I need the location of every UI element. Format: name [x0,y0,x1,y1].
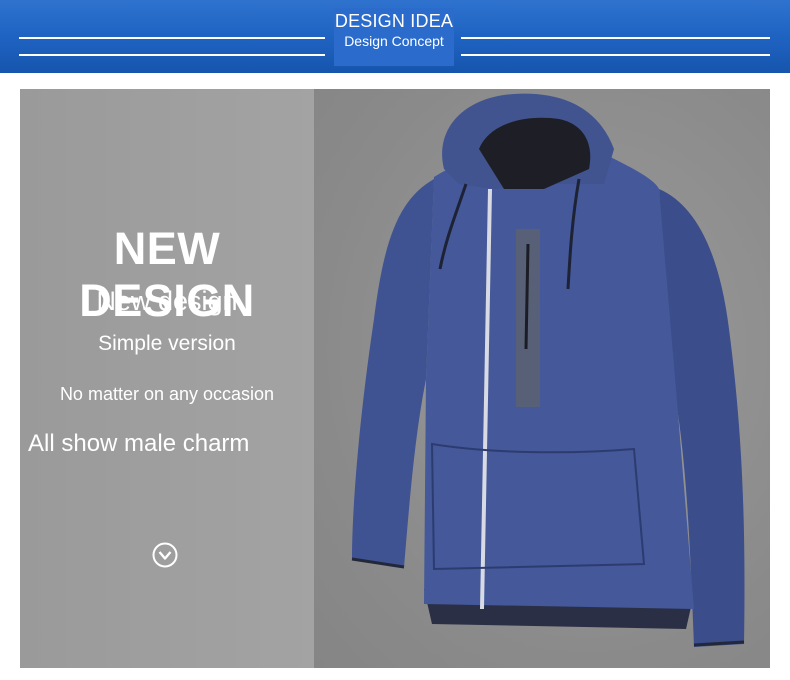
feature-line-4: All show male charm [28,430,250,457]
hoodie-jacket-image [351,93,745,647]
header-subtitle: Design Concept [344,33,444,49]
feature-line-2: Simple version [98,332,236,355]
header-title: DESIGN IDEA [334,11,454,31]
header-rule-left-bottom [19,54,325,56]
header-banner: DESIGN IDEA Design Concept [0,0,790,73]
header-rule-left-top [19,37,325,39]
feature-line-3: No matter on any occasion [59,384,275,404]
feature-line-1: New design [96,286,238,316]
header-rule-right-bottom [461,54,770,56]
feature-text-panel: NEW DESIGN New design Simple version No … [20,89,314,668]
header-rule-right-top [461,37,770,39]
chevron-down-circle-icon[interactable] [152,542,178,568]
feature-panel: NEW DESIGN New design Simple version No … [20,89,770,668]
